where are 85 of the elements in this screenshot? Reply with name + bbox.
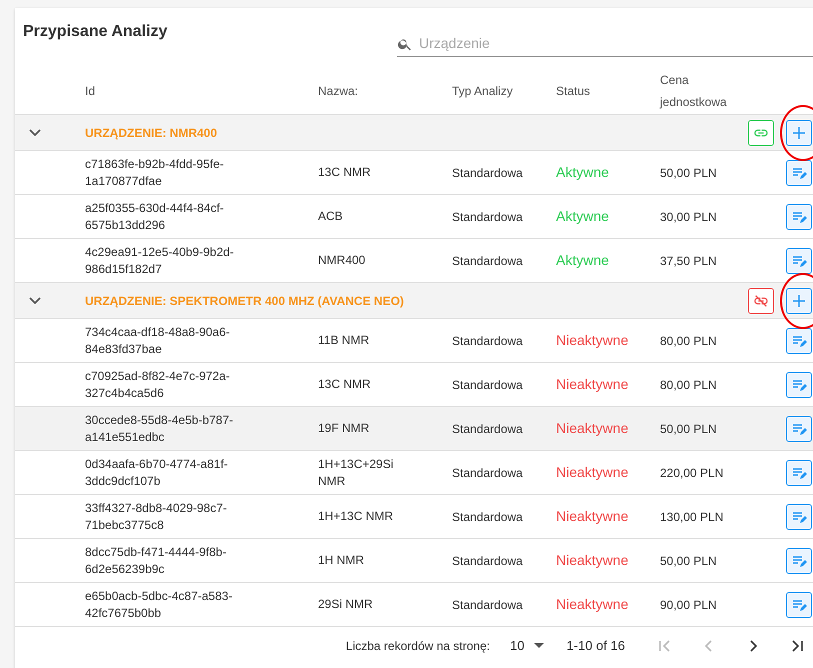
- broken-link-icon: [753, 292, 769, 308]
- edit-button[interactable]: [786, 504, 812, 530]
- table-cell-text: 1H+13C+29Si NMR: [318, 456, 394, 490]
- status-text: Nieaktywne: [556, 420, 628, 436]
- expand-toggle[interactable]: [29, 297, 41, 304]
- chevron-icon: [29, 129, 41, 136]
- page-size-select[interactable]: 10: [510, 636, 544, 656]
- table-cell: Standardowa: [452, 378, 523, 392]
- table-cell: 50,00 PLN: [660, 554, 717, 568]
- link-button[interactable]: [748, 120, 774, 146]
- edit-button[interactable]: [786, 592, 812, 618]
- table-cell: 30,00 PLN: [660, 210, 717, 224]
- table-cell: 50,00 PLN: [660, 422, 717, 436]
- table-cell-text: 13C NMR: [318, 164, 372, 181]
- table-row[interactable]: 30ccede8-55d8-4e5b-b787-a141e551edbc 19F NMR Standardowa Nieaktywne 50,00 PLN: [15, 407, 813, 451]
- table-cell: Standardowa: [452, 598, 523, 612]
- status-text: Nieaktywne: [556, 596, 628, 612]
- search-field[interactable]: Urządzenie: [413, 33, 813, 54]
- edit-button[interactable]: [786, 460, 812, 486]
- column-header: Status: [556, 84, 590, 98]
- table-cell-text: 8dcc75db-f471-4444-9f8b-6d2e56239b9c: [85, 544, 228, 578]
- table-cell-text: 19F NMR: [318, 420, 370, 437]
- table-cell-text: 0d34aafa-6b70-4774-a81f-3ddc9dcf107b: [85, 456, 229, 490]
- table-cell: Standardowa: [452, 554, 523, 568]
- panel-title: Przypisane Analizy: [23, 22, 168, 42]
- table-cell: Standardowa: [452, 210, 523, 224]
- table-cell: 50,00 PLN: [660, 166, 717, 180]
- table-cell: Standardowa: [452, 166, 523, 180]
- table-cell-text: 33ff4327-8db8-4029-98c7-71bebc3775c8: [85, 500, 228, 534]
- plus-icon: [792, 126, 806, 140]
- add-button[interactable]: [786, 288, 812, 314]
- table-cell-text: c71863fe-b92b-4fdd-95fe-1a170877dfae: [85, 156, 225, 190]
- table-cell-text: a25f0355-630d-44f4-84cf-6575b13dd296: [85, 200, 225, 234]
- table-cell-text: 30ccede8-55d8-4e5b-b787-a141e551edbc: [85, 412, 234, 446]
- table-cell-text: c70925ad-8f82-4e7c-972a-327c4b4ca5d6: [85, 368, 231, 402]
- table-cell: 4c29ea91-12e5-40b9-9b2d-986d15f182d7: [85, 244, 235, 278]
- table-cell-text: 734c4caa-df18-48a8-90a6-84e83fd37bae: [85, 324, 231, 358]
- unlink-button[interactable]: [748, 288, 774, 314]
- expand-toggle[interactable]: [29, 129, 41, 136]
- status-text: Aktywne: [556, 164, 609, 180]
- table-cell-text: 1H+13C NMR: [318, 508, 394, 525]
- table-cell: Standardowa: [452, 466, 523, 480]
- table-cell-text: 29Si NMR: [318, 596, 374, 613]
- status-text: Nieaktywne: [556, 376, 628, 392]
- table-cell: 80,00 PLN: [660, 378, 717, 392]
- column-header: Typ Analizy: [452, 84, 513, 98]
- table-cell-text: 11B NMR: [318, 332, 370, 349]
- table-cell: 130,00 PLN: [660, 510, 724, 524]
- status-text: Nieaktywne: [556, 552, 628, 568]
- edit-button[interactable]: [786, 248, 812, 274]
- status-text: Nieaktywne: [556, 464, 628, 480]
- edit-button[interactable]: [786, 416, 812, 442]
- edit-button[interactable]: [786, 204, 812, 230]
- table-cell: Standardowa: [452, 510, 523, 524]
- status-text: Nieaktywne: [556, 508, 628, 524]
- table-cell: 80,00 PLN: [660, 334, 717, 348]
- plus-icon: [792, 294, 806, 308]
- table-cell: 220,00 PLN: [660, 466, 724, 480]
- table-cell: Standardowa: [452, 422, 523, 436]
- table-cell-text: ACB: [318, 208, 344, 225]
- table-cell-text: 13C NMR: [318, 376, 372, 393]
- page-size-label: Liczba rekordów na stronę:: [346, 638, 490, 654]
- table-cell-text: NMR400: [318, 252, 366, 269]
- chevron-icon: [29, 297, 41, 304]
- column-header: Nazwa:: [318, 84, 358, 98]
- status-text: Aktywne: [556, 208, 609, 224]
- table-cell: 90,00 PLN: [660, 598, 717, 612]
- column-header: Cena jednostkowa: [660, 73, 727, 109]
- page-range: 1-10 of 16: [566, 636, 625, 655]
- add-button[interactable]: [786, 120, 812, 146]
- table-cell: 37,50 PLN: [660, 254, 717, 268]
- table-cell: Standardowa: [452, 334, 523, 348]
- table-cell: Standardowa: [452, 254, 523, 268]
- dropdown-caret-icon: [534, 642, 544, 648]
- edit-button[interactable]: [786, 328, 812, 354]
- edit-button[interactable]: [786, 372, 812, 398]
- table-cell-text: e65b0acb-5dbc-4c87-a583-42fc7675b0bb: [85, 588, 234, 622]
- edit-button[interactable]: [786, 548, 812, 574]
- group-label: URZĄDZENIE: NMR400: [85, 124, 218, 142]
- status-text: Aktywne: [556, 252, 609, 268]
- group-label: URZĄDZENIE: SPEKTROMETR 400 MHZ (AVANCE NEO): [85, 292, 405, 310]
- edit-button[interactable]: [786, 160, 812, 186]
- table-cell-text: 1H NMR: [318, 552, 366, 569]
- status-text: Nieaktywne: [556, 332, 628, 348]
- column-header: Id: [85, 84, 96, 98]
